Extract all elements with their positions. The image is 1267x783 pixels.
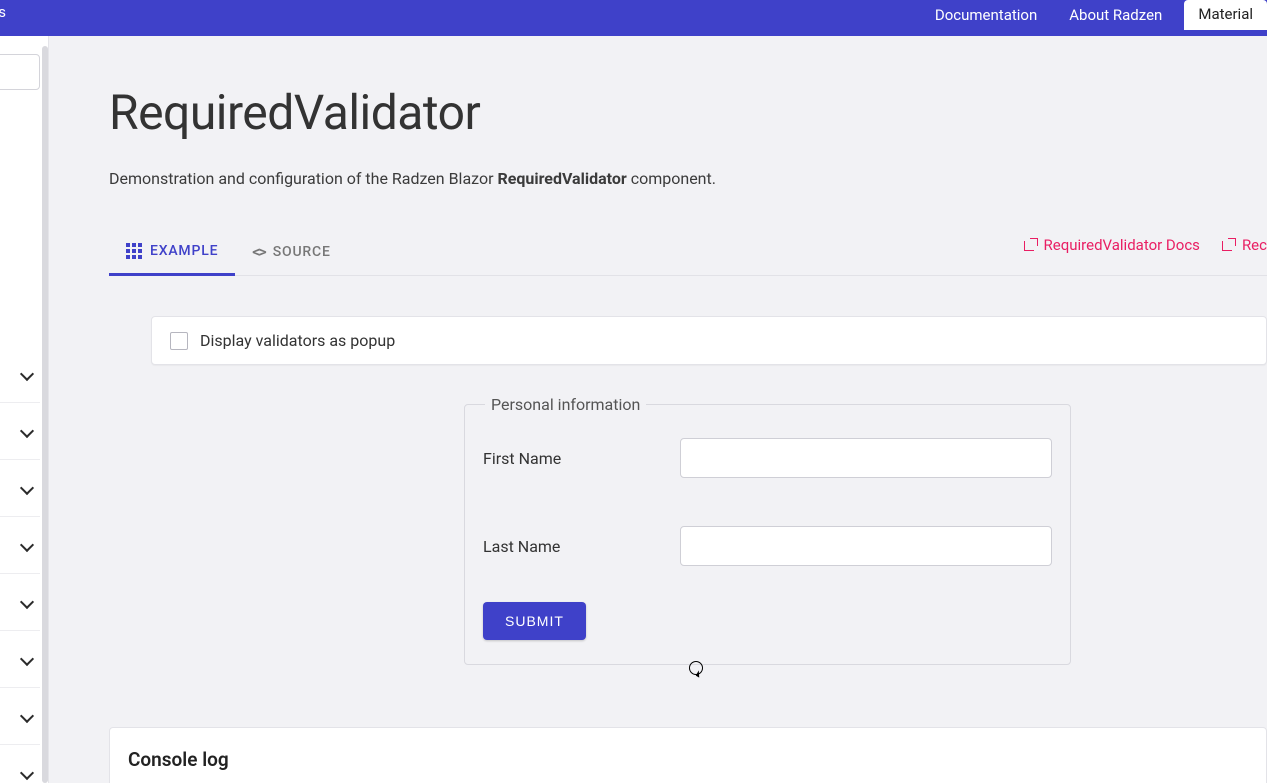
desc-suffix: component. [627,169,716,188]
last-name-input[interactable] [680,526,1052,566]
topbar-right: Documentation About Radzen Material [919,0,1267,30]
topbar: nts Documentation About Radzen Material [0,0,1267,36]
desc-prefix: Demonstration and configuration of the R… [109,169,497,188]
sidebar-item[interactable] [0,631,40,688]
chevron-down-icon [20,367,34,381]
sidebar-item[interactable] [0,460,40,517]
main-content: RequiredValidator Demonstration and conf… [49,36,1267,783]
external-link-icon [1024,238,1038,252]
page-title: RequiredValidator [109,84,1267,141]
first-name-input[interactable] [680,438,1052,478]
chevron-down-icon [20,595,34,609]
fieldset-legend: Personal information [485,395,646,414]
desc-strong: RequiredValidator [497,169,626,188]
docs-link-2-label: Rec [1242,236,1267,254]
nav-documentation[interactable]: Documentation [919,0,1053,30]
nav-about[interactable]: About Radzen [1053,0,1178,30]
sidebar-scrollbar[interactable] [42,46,48,783]
tab-example[interactable]: EXAMPLE [109,229,235,276]
doc-links: RequiredValidator Docs Rec [1024,236,1267,254]
sidebar-item[interactable] [0,346,40,403]
topbar-left-fragment: nts [0,3,6,21]
sidebar-item[interactable] [0,403,40,460]
external-link-icon [1222,238,1236,252]
sidebar [0,36,49,783]
chevron-down-icon [20,766,34,780]
chevron-down-icon [20,424,34,438]
first-name-label: First Name [483,449,680,468]
sidebar-item[interactable] [0,517,40,574]
tab-source-label: SOURCE [273,244,331,260]
submit-button[interactable]: SUBMIT [483,602,586,640]
console-log-card: Console log [109,727,1267,783]
personal-info-fieldset: Personal information First Name Last Nam… [464,395,1071,665]
sidebar-item[interactable] [0,688,40,745]
theme-selector[interactable]: Material [1184,0,1267,30]
popup-checkbox[interactable] [170,332,188,350]
sidebar-search-input[interactable] [0,54,40,90]
sidebar-item[interactable] [0,574,40,631]
docs-link[interactable]: RequiredValidator Docs [1024,236,1200,254]
last-name-label: Last Name [483,537,680,556]
popup-toggle-card: Display validators as popup [151,316,1267,365]
grid-icon [126,243,142,259]
tab-example-label: EXAMPLE [150,243,218,259]
tabs: EXAMPLE <> SOURCE RequiredValidator Docs… [109,228,1267,276]
docs-link-2[interactable]: Rec [1222,236,1267,254]
popup-checkbox-label: Display validators as popup [200,331,395,350]
docs-link-label: RequiredValidator Docs [1044,236,1200,254]
chevron-down-icon [20,481,34,495]
chevron-down-icon [20,709,34,723]
tab-source[interactable]: <> SOURCE [235,228,347,275]
code-icon: <> [252,242,264,261]
chevron-down-icon [20,538,34,552]
page-description: Demonstration and configuration of the R… [109,169,1267,188]
sidebar-item[interactable] [0,745,40,783]
chevron-down-icon [20,652,34,666]
console-title: Console log [128,748,1248,771]
